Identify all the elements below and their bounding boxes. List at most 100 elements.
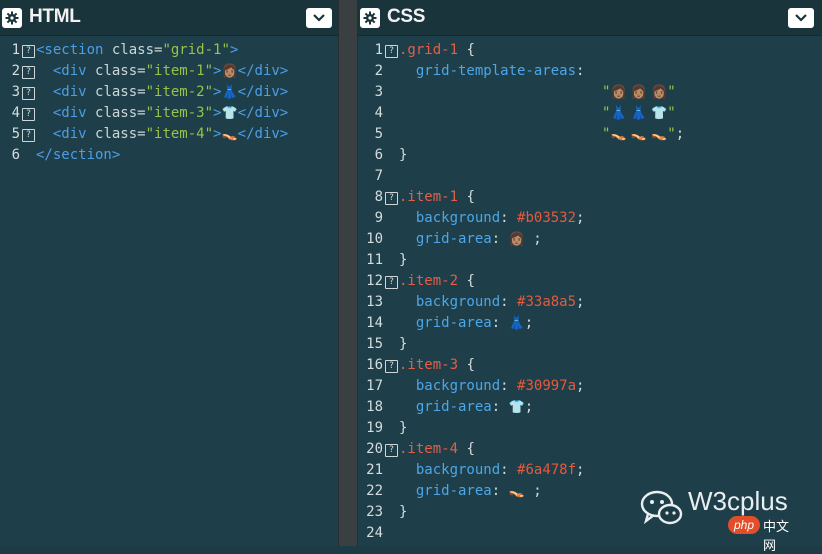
line-number: 21 — [366, 462, 383, 478]
fold-marker-icon[interactable]: ? — [22, 108, 35, 121]
code-text: grid-area: 👡 ; — [415, 483, 542, 499]
panel-resize-handle[interactable] — [338, 0, 358, 546]
line-number: 5 — [11, 126, 20, 142]
code-text: background: #33a8a5; — [415, 294, 585, 310]
line-number: 19 — [366, 420, 383, 436]
code-line[interactable]: 6 </section> — [0, 145, 338, 166]
code-line[interactable]: 11} — [358, 250, 822, 271]
fold-marker-icon[interactable]: ? — [385, 444, 398, 457]
code-line[interactable]: 20? .item-4 { — [358, 439, 822, 460]
php-badge-suffix: 中文网 — [763, 520, 790, 554]
code-text: <section class="grid-1"> — [36, 42, 239, 58]
line-number: 13 — [366, 294, 383, 310]
css-code-area[interactable]: 1? .grid-1 {2 grid-template-areas: 3 "👩🏽 👩🏽… — [358, 40, 822, 544]
code-text: grid-template-areas: — [415, 63, 585, 79]
panel-title: CSS — [387, 6, 426, 27]
code-line[interactable]: 13 background: #33a8a5; — [358, 292, 822, 313]
code-line[interactable]: 19} — [358, 418, 822, 439]
code-text: .item-2 { — [399, 273, 475, 289]
code-text: <div class="item-4">👡</div> — [52, 126, 289, 142]
code-text: grid-area: 👗; — [415, 315, 534, 331]
code-text: background: #b03532; — [415, 210, 585, 226]
code-line[interactable]: 3 "👩🏽 👩🏽 👩🏽" — [358, 82, 822, 103]
code-line[interactable]: 1? .grid-1 { — [358, 40, 822, 61]
line-number: 1 — [374, 42, 383, 58]
fold-marker-icon[interactable]: ? — [22, 66, 35, 79]
chevron-down-icon — [313, 14, 325, 22]
line-number: 4 — [11, 105, 20, 121]
line-number: 23 — [366, 504, 383, 520]
code-text: } — [399, 336, 408, 352]
code-line[interactable]: 21 background: #6a478f; — [358, 460, 822, 481]
code-line[interactable]: 18 grid-area: 👕; — [358, 397, 822, 418]
code-line[interactable]: 7 — [358, 166, 822, 187]
fold-marker-icon[interactable]: ? — [385, 192, 398, 205]
code-line[interactable]: 2? <div class="item-1">👩🏽</div> — [0, 61, 338, 82]
code-text: } — [399, 147, 408, 163]
watermark: W3cplus php 中文网 — [640, 486, 800, 554]
line-number: 8 — [374, 189, 383, 205]
code-text: } — [399, 504, 408, 520]
line-number: 9 — [374, 210, 383, 226]
code-line[interactable]: 17 background: #30997a; — [358, 376, 822, 397]
code-line[interactable]: 5 "👡 👡 👡"; — [358, 124, 822, 145]
line-number: 3 — [11, 84, 20, 100]
line-number: 4 — [374, 105, 383, 121]
code-line[interactable]: 4 "👗 👗 👕" — [358, 103, 822, 124]
html-code-area[interactable]: 1? <section class="grid-1"> 2? <div class=… — [0, 40, 338, 166]
code-line[interactable]: 6} — [358, 145, 822, 166]
code-line[interactable]: 1? <section class="grid-1"> — [0, 40, 338, 61]
code-text: } — [399, 420, 408, 436]
code-line[interactable]: 8? .item-1 { — [358, 187, 822, 208]
fold-marker-icon[interactable]: ? — [22, 87, 35, 100]
fold-marker-icon[interactable]: ? — [385, 276, 398, 289]
html-editor-panel: HTML 1? <section class="grid-1"> 2? <div c… — [0, 0, 338, 546]
fold-marker-icon[interactable]: ? — [22, 129, 35, 142]
code-text: background: #30997a; — [415, 378, 585, 394]
line-number: 3 — [374, 84, 383, 100]
line-number: 6 — [11, 147, 20, 163]
gear-icon[interactable] — [360, 8, 380, 28]
code-line[interactable]: 16? .item-3 { — [358, 355, 822, 376]
line-number: 17 — [366, 378, 383, 394]
line-number: 6 — [374, 147, 383, 163]
gear-icon[interactable] — [2, 8, 22, 28]
code-text: </section> — [36, 147, 121, 163]
code-line[interactable]: 9 background: #b03532; — [358, 208, 822, 229]
code-text: <div class="item-3">👕</div> — [52, 105, 289, 121]
fold-marker-icon[interactable]: ? — [22, 45, 35, 58]
code-text: .item-3 { — [399, 357, 475, 373]
code-text: grid-area: 👩🏽 ; — [415, 231, 542, 247]
line-number: 7 — [374, 168, 383, 184]
fold-marker-icon[interactable]: ? — [385, 360, 398, 373]
code-line[interactable]: 10 grid-area: 👩🏽 ; — [358, 229, 822, 250]
code-text: .grid-1 { — [399, 42, 475, 58]
code-line[interactable]: 4? <div class="item-3">👕</div> — [0, 103, 338, 124]
grid-area-row: "👗 👗 👕" — [602, 105, 676, 121]
code-line[interactable]: 5? <div class="item-4">👡</div> — [0, 124, 338, 145]
code-text: } — [399, 252, 408, 268]
collapse-button[interactable] — [306, 8, 332, 28]
code-text: .item-4 { — [399, 441, 475, 457]
line-number: 18 — [366, 399, 383, 415]
code-line[interactable]: 15} — [358, 334, 822, 355]
chevron-down-icon — [795, 14, 807, 22]
line-number: 20 — [366, 441, 383, 457]
code-line[interactable]: 3? <div class="item-2">👗</div> — [0, 82, 338, 103]
line-number: 10 — [366, 231, 383, 247]
code-line[interactable]: 14 grid-area: 👗; — [358, 313, 822, 334]
line-number: 5 — [374, 126, 383, 142]
line-number: 22 — [366, 483, 383, 499]
grid-area-row: "👡 👡 👡"; — [602, 126, 685, 142]
line-number: 2 — [11, 63, 20, 79]
code-line[interactable]: 12? .item-2 { — [358, 271, 822, 292]
line-number: 11 — [366, 252, 383, 268]
fold-marker-icon[interactable]: ? — [385, 45, 398, 58]
grid-area-row: "👩🏽 👩🏽 👩🏽" — [602, 84, 676, 100]
collapse-button[interactable] — [788, 8, 814, 28]
watermark-brand: W3cplus — [688, 486, 788, 516]
line-number: 15 — [366, 336, 383, 352]
code-text: .item-1 { — [399, 189, 475, 205]
code-line[interactable]: 2 grid-template-areas: — [358, 61, 822, 82]
line-number: 16 — [366, 357, 383, 373]
